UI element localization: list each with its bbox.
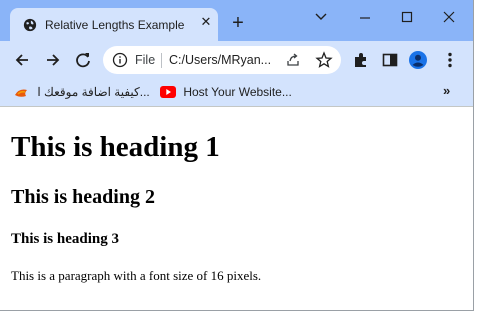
paragraph: This is a paragraph with a font size of … (11, 268, 262, 283)
bookmark-label: Host Your Website... (183, 84, 292, 99)
tab-strip: Relative Lengths Example ✕ + (0, 0, 473, 41)
bookmark-item[interactable]: Host Your Website... (160, 84, 292, 102)
close-window-button[interactable] (434, 4, 464, 30)
info-icon[interactable] (112, 52, 128, 68)
bookmark-label: كيفية اضافة موقعك ا... (37, 84, 150, 99)
tab-search-button[interactable] (306, 4, 336, 30)
globe-icon (23, 18, 37, 32)
tab-close-icon[interactable]: ✕ (198, 14, 214, 30)
scheme-label: File (135, 53, 156, 67)
tab-title: Relative Lengths Example (45, 18, 185, 32)
heading-3: This is heading 3 (11, 231, 119, 247)
chevron-down-icon (315, 13, 327, 20)
minimize-icon (360, 17, 370, 19)
browser-window: Relative Lengths Example ✕ + File C:/Use… (0, 0, 474, 311)
close-icon (443, 11, 455, 23)
reload-icon[interactable] (72, 49, 94, 71)
puzzle-icon[interactable] (351, 50, 371, 70)
back-arrow-icon[interactable] (11, 49, 33, 71)
share-icon[interactable] (285, 52, 301, 68)
url-text[interactable]: C:/Users/MRyan... (169, 53, 271, 67)
toolbar: File C:/Users/MRyan... (0, 41, 473, 78)
bookmarks-overflow-icon[interactable]: » (443, 83, 450, 98)
bookmark-favicon-icon (15, 89, 27, 97)
side-panel-icon[interactable] (380, 50, 400, 70)
youtube-icon (160, 85, 176, 98)
bookmarks-bar: كيفية اضافة موقعك ا... Host Your Website… (0, 78, 473, 107)
star-icon[interactable] (315, 51, 333, 69)
maximize-button[interactable] (392, 4, 422, 30)
tab-relative-lengths[interactable]: Relative Lengths Example ✕ (10, 8, 218, 41)
minimize-button[interactable] (350, 4, 380, 30)
kebab-menu-icon[interactable] (440, 50, 460, 70)
new-tab-button[interactable]: + (228, 13, 248, 33)
page-content: This is heading 1 This is heading 2 This… (0, 108, 473, 310)
omnibox-divider (161, 53, 162, 68)
address-bar[interactable]: File C:/Users/MRyan... (103, 46, 341, 74)
heading-1: This is heading 1 (11, 131, 220, 163)
maximize-icon (401, 11, 413, 23)
forward-arrow-icon[interactable] (42, 49, 64, 71)
bookmark-item[interactable]: كيفية اضافة موقعك ا... (14, 84, 150, 102)
profile-avatar-icon[interactable] (408, 50, 428, 70)
heading-2: This is heading 2 (11, 186, 155, 208)
